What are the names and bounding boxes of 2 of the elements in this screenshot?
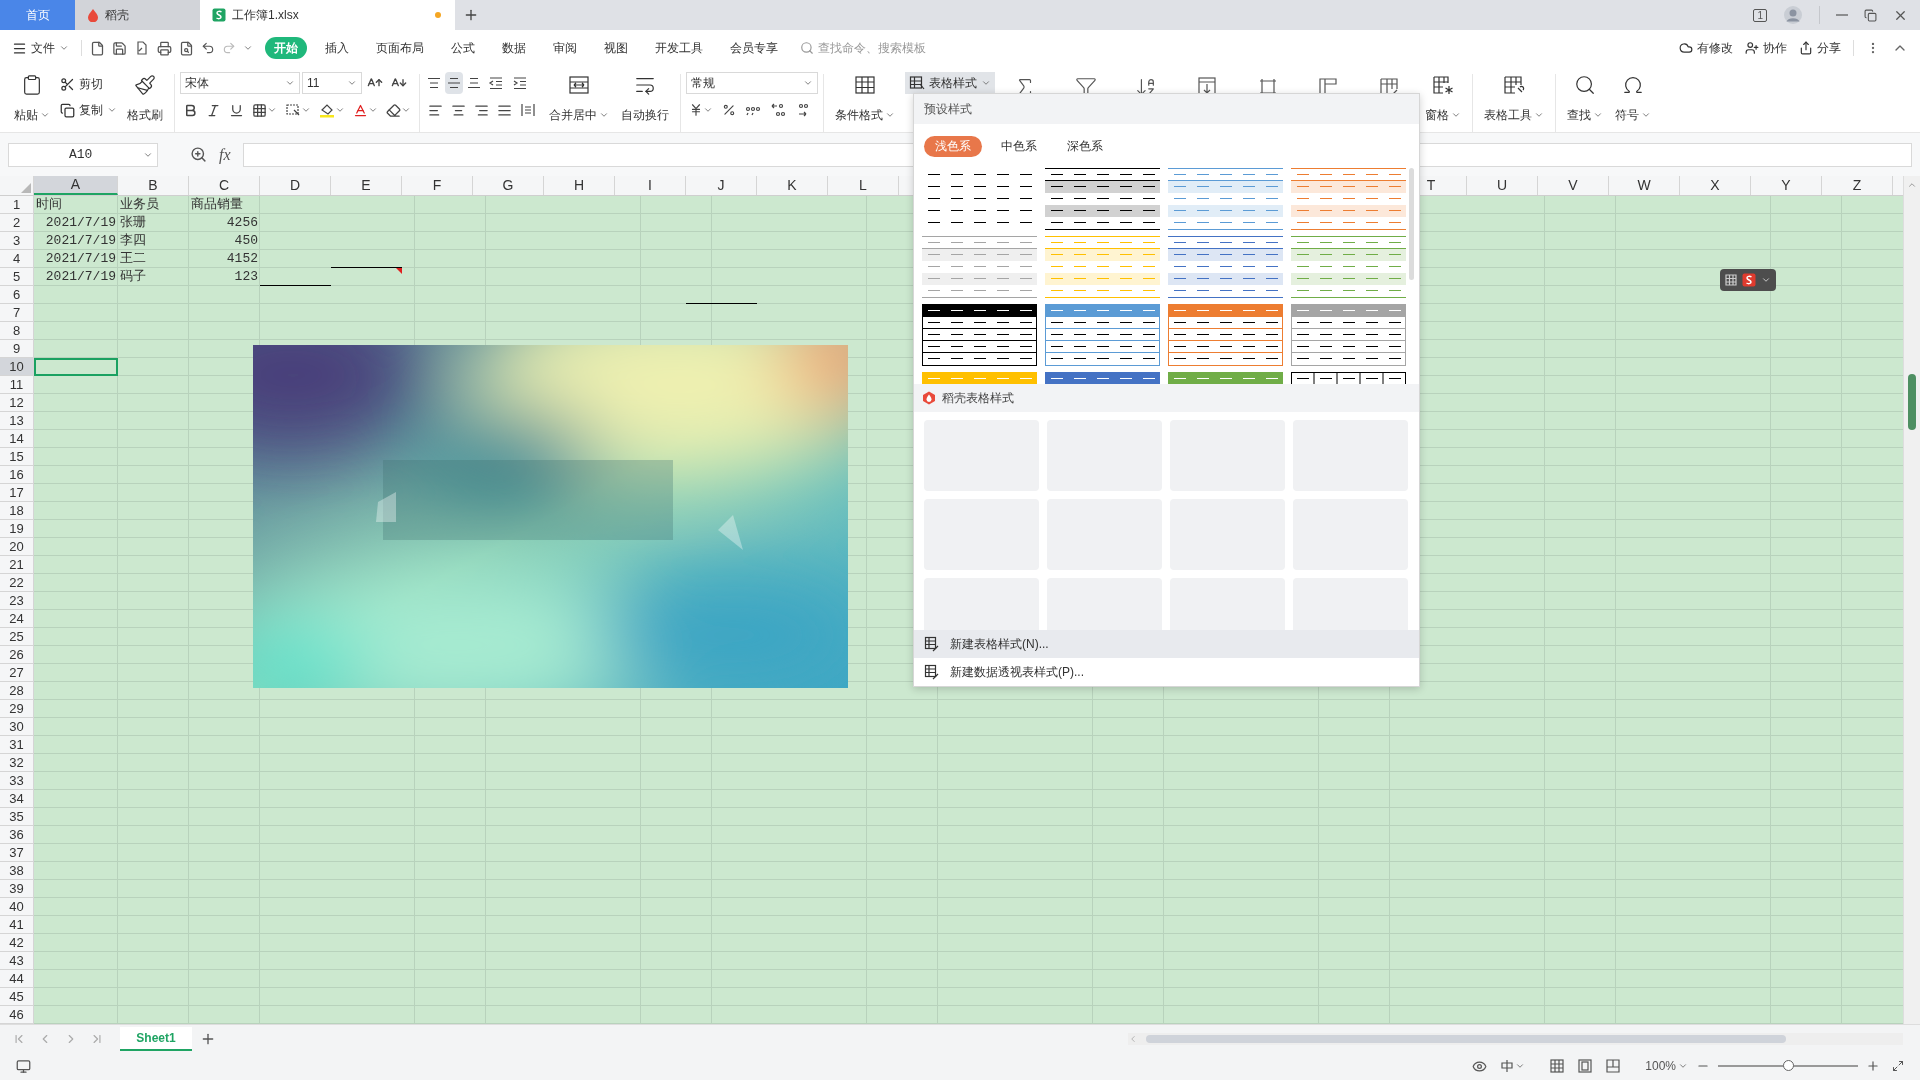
section-title: 稻壳表格样式 (942, 390, 1014, 407)
dropdown-title: 预设样式 (914, 94, 1419, 124)
